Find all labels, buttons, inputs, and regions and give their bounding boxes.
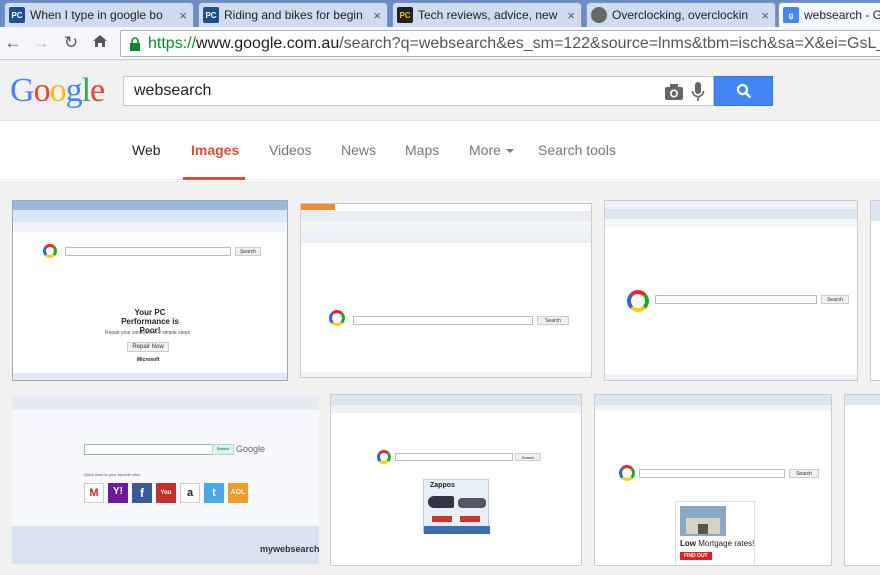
pcau-icon: PC	[203, 7, 219, 23]
close-icon[interactable]: ×	[373, 8, 381, 23]
tab-news[interactable]: News	[341, 142, 376, 158]
google-icon: g	[783, 7, 799, 23]
search-input[interactable]	[134, 82, 634, 100]
image-result-2[interactable]: Search	[300, 203, 592, 378]
close-icon[interactable]: ×	[567, 8, 575, 23]
browser-tab-4[interactable]: Overclocking, overclockin ×	[586, 2, 776, 27]
image-results: Search Your PC Performance is Poor! Repa…	[0, 181, 880, 575]
image-result-1[interactable]: Search Your PC Performance is Poor! Repa…	[12, 200, 288, 381]
camera-icon[interactable]	[664, 83, 684, 101]
globe-icon	[591, 7, 607, 23]
search-tools-button[interactable]: Search tools	[538, 142, 616, 158]
microphone-icon[interactable]	[691, 82, 705, 102]
chevron-down-icon	[505, 149, 514, 154]
forward-icon[interactable]: →	[31, 33, 51, 53]
thumb-search-button: Search	[821, 295, 849, 304]
tab-more[interactable]: More	[469, 142, 514, 158]
address-bar[interactable]: https://www.google.com.au/search?q=webse…	[120, 30, 880, 57]
home-icon[interactable]	[90, 33, 110, 53]
logo-icon	[329, 310, 345, 326]
thumb-search-button: Search	[789, 469, 819, 478]
facebook-icon: f	[132, 483, 152, 503]
url-host: www.google.com.au	[196, 34, 340, 52]
google-logo[interactable]: Google	[10, 72, 105, 110]
tab-title: When I type in google bo	[30, 8, 163, 22]
tab-strip: PC When I type in google bo × PC Riding …	[0, 0, 880, 27]
tab-title: Tech reviews, advice, new	[418, 8, 558, 22]
back-icon[interactable]: ←	[3, 33, 23, 53]
thumb-ad-low: Low	[680, 539, 696, 548]
tab-title: Overclocking, overclockin	[612, 8, 749, 22]
logo-icon	[627, 290, 649, 312]
pcau-icon: PC	[9, 7, 25, 23]
browser-tab-2[interactable]: PC Riding and bikes for begin ×	[198, 2, 388, 27]
thumb-ad: Zappos	[423, 479, 490, 534]
logo-icon	[43, 244, 57, 258]
image-result-6[interactable]: Search Zappos	[330, 394, 582, 566]
more-label: More	[469, 142, 501, 158]
thumb-brand: Microsoft	[137, 357, 160, 363]
thumb-search-button: Search	[212, 444, 234, 455]
aol-icon: AOL	[228, 483, 248, 503]
thumb-ad-brand: Zappos	[430, 482, 455, 489]
google-header: Google	[0, 60, 880, 121]
thumb-subtext: Repair your windows in 3 simple steps	[105, 330, 191, 336]
tab-title: websearch - Go	[804, 8, 880, 22]
thumb-search-button: Search	[515, 453, 541, 461]
image-result-3[interactable]: Search	[604, 200, 858, 381]
thumb-ad: Low Mortgage rates! FIND OUT	[675, 501, 755, 565]
image-result-8[interactable]	[844, 394, 880, 566]
selected-tab-indicator	[183, 177, 245, 180]
logo-icon	[619, 465, 635, 481]
tab-maps[interactable]: Maps	[405, 142, 439, 158]
yahoo-icon: Y!	[108, 483, 128, 503]
thumb-search-button: Search	[235, 247, 261, 256]
search-box[interactable]	[123, 76, 714, 106]
thumb-ad-button: FIND OUT	[680, 552, 712, 560]
tab-web[interactable]: Web	[132, 142, 161, 158]
thumb-caption: Quick links to your favorite sites	[84, 472, 141, 477]
browser-tab-5[interactable]: g websearch - Go	[778, 2, 880, 27]
image-result-5[interactable]: Search Google Quick links to your favori…	[12, 396, 319, 564]
image-result-7[interactable]: Search Low Mortgage rates! FIND OUT	[594, 394, 832, 566]
tab-title: Riding and bikes for begin	[224, 8, 363, 22]
thumb-ad-mortgage: Mortgage rates!	[698, 539, 755, 548]
youtube-icon: You	[156, 483, 176, 503]
browser-tab-3[interactable]: PC Tech reviews, advice, new ×	[392, 2, 582, 27]
lock-icon	[130, 36, 140, 51]
search-nav: Web Images Videos News Maps More Search …	[0, 121, 880, 180]
tab-videos[interactable]: Videos	[269, 142, 312, 158]
url-path: /search?q=websearch&es_sm=122&source=lnm…	[339, 34, 880, 52]
logo-icon	[377, 450, 391, 464]
thumb-brand: mywebsearch	[260, 544, 319, 554]
browser-toolbar: ← → ↻ https://www.google.com.au/search?q…	[0, 27, 880, 60]
search-button[interactable]	[714, 76, 773, 106]
amazon-icon: a	[180, 483, 200, 503]
thumb-search-button: Search	[537, 316, 569, 325]
gmail-icon: M	[84, 483, 104, 503]
url-scheme: https://	[148, 34, 197, 52]
thumb-google-logo: Google	[236, 444, 266, 454]
pc-icon: PC	[397, 7, 413, 23]
browser-tab-1[interactable]: PC When I type in google bo ×	[4, 2, 194, 27]
thumb-repair-button: Repair Now	[127, 342, 169, 352]
reload-icon[interactable]: ↻	[61, 33, 81, 53]
tab-images[interactable]: Images	[191, 142, 239, 158]
close-icon[interactable]: ×	[179, 8, 187, 23]
search-icon	[736, 83, 751, 99]
image-result-4[interactable]	[870, 200, 880, 381]
twitter-icon: t	[204, 483, 224, 503]
thumb-ad-text: Low Mortgage rates!	[680, 539, 754, 548]
close-icon[interactable]: ×	[761, 8, 769, 23]
